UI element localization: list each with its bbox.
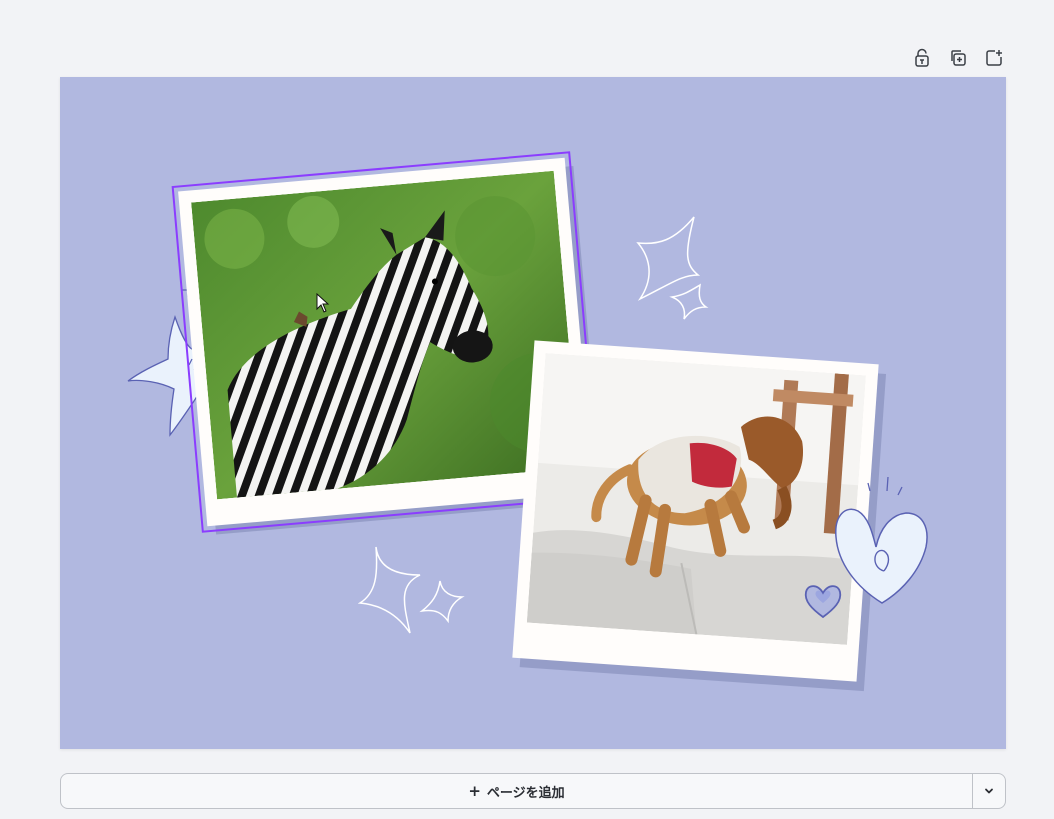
duplicate-page-button[interactable]: [946, 46, 970, 70]
add-page-dropdown-button[interactable]: [972, 774, 1005, 808]
plus-icon: +: [468, 782, 481, 800]
dog-photo[interactable]: [526, 353, 866, 645]
dog-photo-frame[interactable]: [512, 340, 879, 682]
sparkle-sticker-bottom: [358, 546, 465, 634]
add-page-icon-button[interactable]: [982, 46, 1006, 70]
lock-icon: [915, 48, 929, 67]
duplicate-page-icon: [951, 50, 966, 66]
sparkle-sticker-top: [636, 216, 709, 320]
zebra-photo[interactable]: [191, 170, 580, 500]
editor-stage: + ページを追加: [0, 0, 1054, 819]
chevron-down-icon: [985, 788, 993, 794]
add-page-icon: [986, 50, 1002, 66]
add-page-button[interactable]: + ページを追加: [61, 774, 972, 808]
mouse-cursor: [316, 293, 330, 313]
add-page-label: ページを追加: [486, 785, 565, 801]
lock-button[interactable]: [910, 46, 934, 70]
design-canvas[interactable]: [60, 77, 1006, 749]
add-page-bar: + ページを追加: [60, 773, 1006, 809]
page-toolbar: [910, 46, 1006, 70]
